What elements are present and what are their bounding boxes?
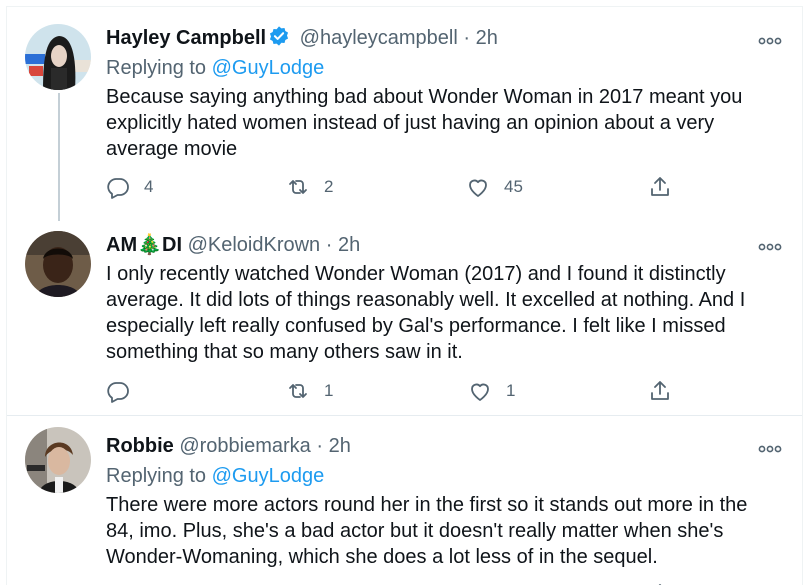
more-options-icon[interactable]	[758, 239, 782, 251]
timeline: Hayley Campbell @hayleycampbell · 2h Rep…	[6, 6, 803, 585]
reply-icon	[107, 382, 129, 403]
timestamp[interactable]: 2h	[476, 27, 498, 49]
user-handle[interactable]: @robbiemarka	[179, 435, 310, 457]
reply-count: 4	[144, 177, 154, 196]
tweet-text: I only recently watched Wonder Woman (20…	[106, 263, 746, 363]
tweet[interactable]: Robbie @robbiemarka · 2h Replying to @Gu…	[7, 416, 802, 585]
like-button[interactable]: 45	[466, 173, 523, 201]
retweet-count: 2	[324, 177, 334, 196]
tweet-header: Robbie @robbiemarka · 2h	[106, 432, 778, 460]
separator: ·	[316, 435, 324, 457]
reply-button[interactable]	[106, 580, 130, 585]
tweet-actions: 1 1	[106, 377, 686, 405]
tweet[interactable]: Hayley Campbell @hayleycampbell · 2h Rep…	[7, 7, 802, 221]
like-count: 1	[506, 381, 516, 400]
share-icon	[651, 381, 669, 400]
share-button[interactable]	[648, 580, 672, 585]
display-name[interactable]: Hayley Campbell	[106, 27, 266, 49]
user-handle[interactable]: @KeloidKrown	[188, 234, 321, 256]
tweet-actions: 4 2 45	[106, 173, 686, 201]
tweet-actions	[106, 580, 686, 585]
avatar[interactable]	[25, 231, 91, 297]
retweet-button[interactable]	[286, 580, 310, 585]
display-name[interactable]: Robbie	[106, 435, 174, 457]
retweet-count: 1	[324, 381, 334, 400]
like-button[interactable]: 1	[468, 377, 515, 405]
separator: ·	[463, 27, 471, 49]
avatar[interactable]	[25, 427, 91, 493]
timestamp[interactable]: 2h	[338, 234, 360, 256]
verified-badge-icon	[268, 25, 290, 55]
avatar[interactable]	[25, 24, 91, 90]
like-button[interactable]	[468, 580, 492, 585]
like-count: 45	[504, 177, 523, 196]
replying-label: Replying to	[106, 57, 207, 79]
reply-button[interactable]	[106, 377, 144, 405]
share-button[interactable]	[648, 377, 672, 405]
share-icon	[651, 177, 669, 196]
thread-connector	[58, 93, 60, 221]
reply-icon	[107, 178, 129, 199]
retweet-icon	[289, 180, 307, 194]
heart-icon	[471, 383, 489, 401]
heart-icon	[469, 179, 487, 197]
replying-mention-link[interactable]: @GuyLodge	[212, 465, 325, 487]
tweet-text: There were more actors round her in the …	[106, 494, 748, 568]
tweet[interactable]: AM🎄DI @KeloidKrown · 2h I only recently …	[7, 212, 802, 416]
replying-to: Replying to @GuyLodge	[106, 462, 778, 490]
replying-label: Replying to	[106, 465, 207, 487]
retweet-icon	[289, 384, 307, 398]
replying-mention-link[interactable]: @GuyLodge	[212, 57, 325, 79]
display-name[interactable]: AM🎄DI	[106, 234, 182, 256]
tweet-header: Hayley Campbell @hayleycampbell · 2h	[106, 24, 778, 52]
retweet-button[interactable]: 1	[286, 377, 333, 405]
retweet-button[interactable]: 2	[286, 173, 333, 201]
tweet-header: AM🎄DI @KeloidKrown · 2h	[106, 231, 778, 259]
separator: ·	[325, 234, 333, 256]
tweet-text: Because saying anything bad about Wonder…	[106, 86, 743, 160]
more-options-icon[interactable]	[758, 441, 782, 453]
replying-to: Replying to @GuyLodge	[106, 54, 778, 82]
reply-button[interactable]: 4	[106, 173, 153, 201]
more-options-icon[interactable]	[758, 33, 782, 45]
user-handle[interactable]: @hayleycampbell	[300, 27, 458, 49]
share-button[interactable]	[648, 173, 672, 201]
timestamp[interactable]: 2h	[329, 435, 351, 457]
